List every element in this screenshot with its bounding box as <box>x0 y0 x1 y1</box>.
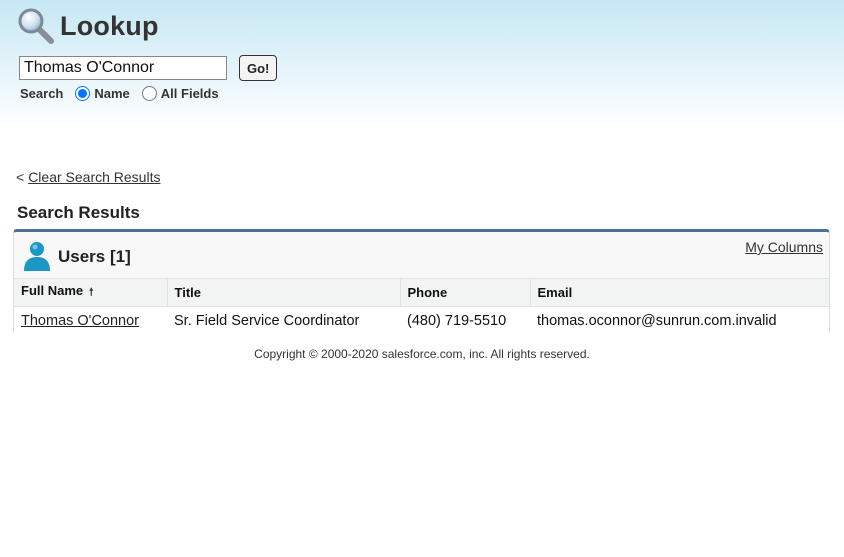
magnifier-icon <box>18 8 54 44</box>
column-header-full-name[interactable]: Full Name 🠕 <box>14 278 168 307</box>
column-header-title-label: Title <box>174 285 202 300</box>
copyright-footer: Copyright © 2000-2020 salesforce.com, in… <box>254 347 590 361</box>
users-results-panel: Users [1] My Columns Full Name 🠕 Title Ph… <box>13 229 830 334</box>
cell-full-name: Thomas O'Connor <box>14 306 167 334</box>
search-row: Go! <box>19 55 278 81</box>
search-scope-label: Search <box>20 86 64 101</box>
cell-title: Sr. Field Service Coordinator <box>167 306 400 334</box>
column-header-phone[interactable]: Phone <box>400 278 531 307</box>
scope-option-name-label: Name <box>94 86 130 101</box>
panel-header: Users [1] My Columns <box>14 232 829 278</box>
results-table: Full Name 🠕 Title Phone Email Thomas O'Co… <box>14 278 829 334</box>
table-header-row: Full Name 🠕 Title Phone Email <box>14 278 829 307</box>
column-header-title[interactable]: Title <box>167 278 401 307</box>
column-header-email[interactable]: Email <box>530 278 829 307</box>
column-header-email-label: Email <box>537 285 573 300</box>
scope-radio-name[interactable] <box>75 86 91 101</box>
cell-email: thomas.oconnor@sunrun.com.invalid <box>530 306 829 334</box>
search-scope: Search Name All Fields <box>20 86 231 101</box>
my-columns-link[interactable]: My Columns <box>745 239 823 255</box>
panel-title: Users [1] <box>58 247 131 266</box>
table-row: Thomas O'Connor Sr. Field Service Coordi… <box>14 306 829 334</box>
search-results-heading: Search Results <box>17 203 140 222</box>
scope-radio-all-fields[interactable] <box>141 86 157 101</box>
clear-search-link[interactable]: Clear Search Results <box>28 169 160 185</box>
clear-prefix: < <box>16 169 25 185</box>
scope-option-all-fields[interactable]: All Fields <box>141 86 219 101</box>
cell-phone: (480) 719-5510 <box>400 306 530 334</box>
user-name-link[interactable]: Thomas O'Connor <box>21 313 139 329</box>
scope-option-all-fields-label: All Fields <box>160 86 219 101</box>
go-button[interactable]: Go! <box>239 55 278 81</box>
sort-ascending-icon: 🠕 <box>89 287 94 298</box>
user-icon <box>24 242 50 271</box>
clear-search-row: < Clear Search Results <box>16 169 160 185</box>
lookup-header: Lookup <box>16 6 159 46</box>
page-title: Lookup <box>60 10 159 41</box>
column-header-phone-label: Phone <box>407 285 448 300</box>
column-header-full-name-label: Full Name <box>21 283 84 298</box>
search-input[interactable] <box>19 56 227 80</box>
scope-option-name[interactable]: Name <box>75 86 130 101</box>
